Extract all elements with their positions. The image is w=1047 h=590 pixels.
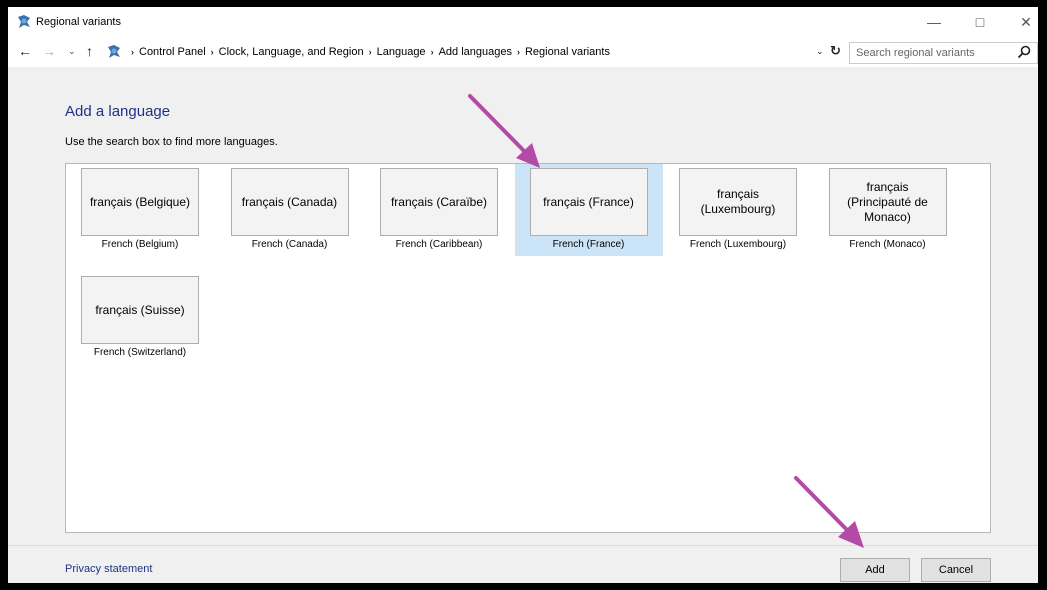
control-panel-icon: [108, 45, 120, 58]
language-list: français (Belgique) French (Belgium) franç…: [65, 163, 991, 533]
close-button[interactable]: ✕: [1004, 7, 1038, 37]
search-box: [849, 42, 1038, 64]
language-tile-box[interactable]: français (Luxembourg): [679, 168, 797, 236]
language-tile-box[interactable]: français (Caraïbe): [380, 168, 498, 236]
breadcrumb-item[interactable]: Clock, Language, and Region: [219, 46, 364, 58]
window-title: Regional variants: [36, 16, 121, 28]
refresh-icon[interactable]: ↻: [830, 43, 841, 59]
breadcrumb-chevron-icon[interactable]: ›: [131, 47, 134, 57]
language-tile-box[interactable]: français (Principauté de Monaco): [828, 168, 947, 236]
language-english-name: French (Luxembourg): [689, 239, 787, 250]
control-panel-icon: [18, 15, 30, 28]
breadcrumb-chevron-icon[interactable]: ›: [517, 47, 520, 57]
language-tile[interactable]: français (Suisse) French (Switzerland): [66, 272, 214, 364]
language-english-name: French (Monaco): [849, 239, 926, 250]
language-tile-box[interactable]: français (Belgique): [81, 168, 199, 236]
breadcrumb-item[interactable]: Control Panel: [139, 46, 206, 58]
language-native-name: français (Canada): [241, 194, 338, 209]
page-title: Add a language: [65, 103, 171, 120]
privacy-statement-link[interactable]: Privacy statement: [65, 563, 152, 575]
language-tile[interactable]: français (France) French (France): [514, 164, 663, 256]
breadcrumb-item[interactable]: Regional variants: [525, 46, 610, 58]
language-english-name: French (Belgium): [101, 239, 179, 250]
cancel-button[interactable]: Cancel: [921, 558, 991, 582]
language-tile-box[interactable]: français (Canada): [230, 168, 349, 236]
language-native-name: français (Suisse): [95, 302, 185, 317]
language-tile-box[interactable]: français (Suisse): [81, 276, 199, 344]
forward-arrow-icon[interactable]: →: [42, 43, 56, 59]
language-native-name: français (Principauté de Monaco): [847, 179, 928, 224]
language-tile[interactable]: français (Caraïbe) French (Caribbean): [365, 164, 513, 256]
breadcrumb: › Control Panel › Clock, Language, and Regi…: [126, 46, 610, 62]
language-english-name: French (Switzerland): [93, 347, 187, 358]
add-button[interactable]: Add: [840, 558, 910, 582]
language-english-name: French (Canada): [251, 239, 328, 250]
breadcrumb-chevron-icon[interactable]: ›: [431, 47, 434, 57]
breadcrumb-item[interactable]: Add languages: [439, 46, 512, 58]
navigation-bar: ← → ⌄ ↑ › Control Panel › Clock, Language, …: [8, 40, 1038, 64]
instruction-text: Use the search box to find more language…: [65, 136, 278, 148]
language-tile-box[interactable]: français (France): [529, 168, 648, 236]
up-arrow-icon[interactable]: ↑: [86, 43, 93, 59]
language-tile[interactable]: français (Principauté de Monaco) French (…: [814, 164, 962, 256]
language-english-name: French (France): [552, 239, 625, 250]
breadcrumb-chevron-icon[interactable]: ›: [369, 47, 372, 57]
language-native-name: français (France): [543, 194, 634, 209]
address-dropdown-chevron-icon[interactable]: ⌄: [816, 46, 824, 57]
maximize-button[interactable]: □: [958, 7, 1002, 37]
language-native-name: français (Belgique): [89, 194, 191, 209]
window: Regional variants — □ ✕ ← → ⌄ ↑ › Control…: [8, 7, 1038, 583]
language-tile[interactable]: français (Luxembourg) French (Luxembourg): [664, 164, 812, 256]
search-icon[interactable]: [1016, 44, 1032, 60]
footer: Privacy statement Add Cancel: [8, 545, 1038, 583]
back-arrow-icon[interactable]: ←: [18, 43, 32, 59]
breadcrumb-chevron-icon[interactable]: ›: [211, 47, 214, 57]
language-native-name: français (Luxembourg): [700, 187, 776, 216]
language-tile[interactable]: français (Canada) French (Canada): [216, 164, 364, 256]
search-input[interactable]: [850, 43, 1016, 63]
breadcrumb-item[interactable]: Language: [377, 46, 426, 58]
title-bar: Regional variants — □ ✕: [8, 7, 1038, 37]
language-english-name: French (Caribbean): [395, 239, 483, 250]
language-tile[interactable]: français (Belgique) French (Belgium): [66, 164, 214, 256]
language-native-name: français (Caraïbe): [390, 194, 488, 209]
minimize-button[interactable]: —: [912, 7, 956, 37]
recent-locations-chevron-icon[interactable]: ⌄: [68, 46, 76, 57]
